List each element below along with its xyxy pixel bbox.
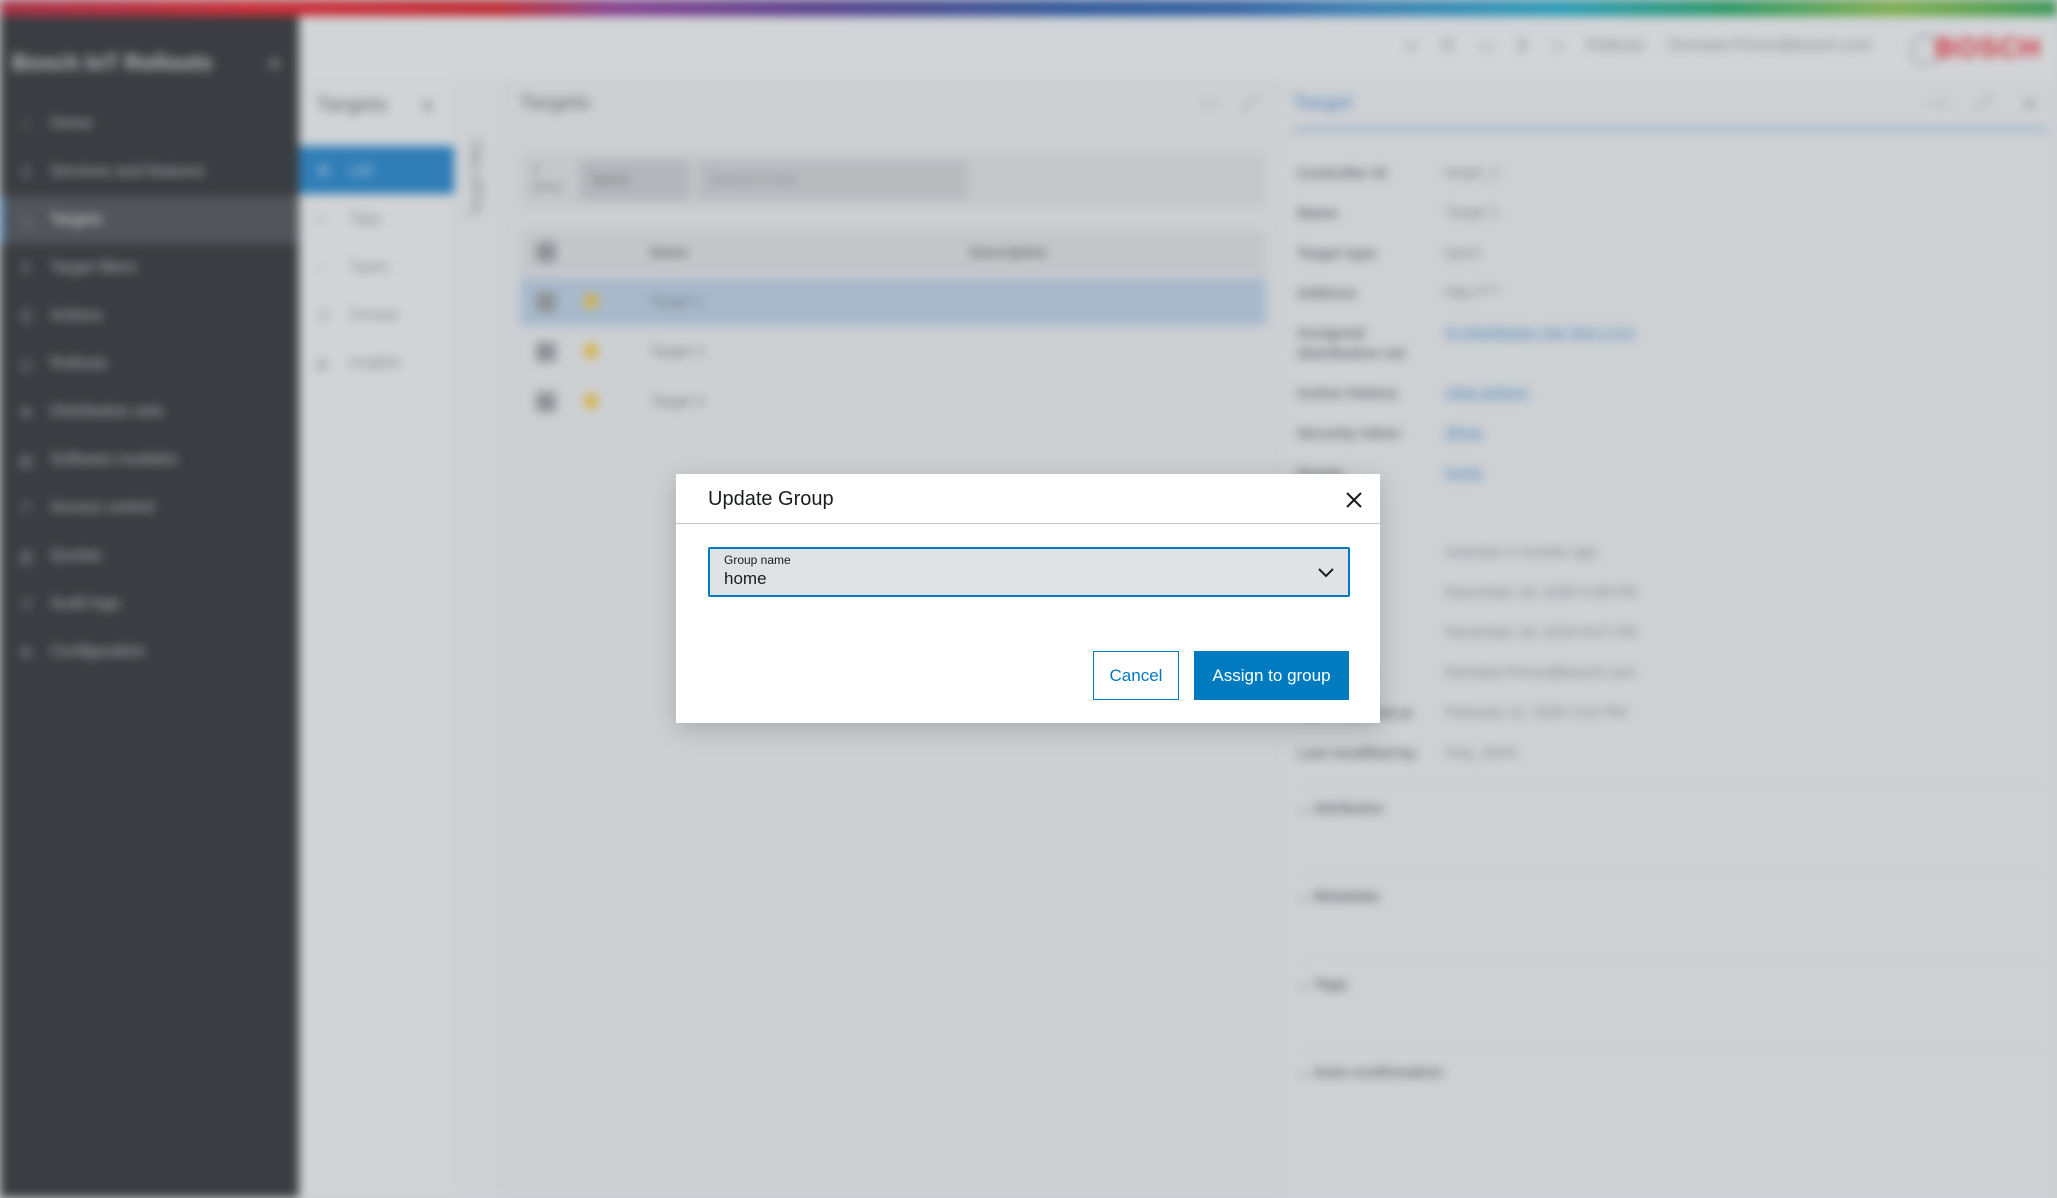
dialog-close-button[interactable] [1338,484,1370,516]
update-group-dialog: Update Group Group name home Cancel Assi… [676,474,1380,723]
cancel-button[interactable]: Cancel [1093,651,1179,700]
close-icon [1346,492,1362,508]
chevron-down-icon [1318,568,1334,578]
group-name-value: home [724,569,767,588]
group-name-select[interactable]: Group name home [708,547,1350,597]
dialog-divider [676,523,1380,524]
assign-to-group-button[interactable]: Assign to group [1194,651,1349,700]
dialog-title: Update Group [708,488,834,510]
group-name-label: Group name [724,553,791,567]
